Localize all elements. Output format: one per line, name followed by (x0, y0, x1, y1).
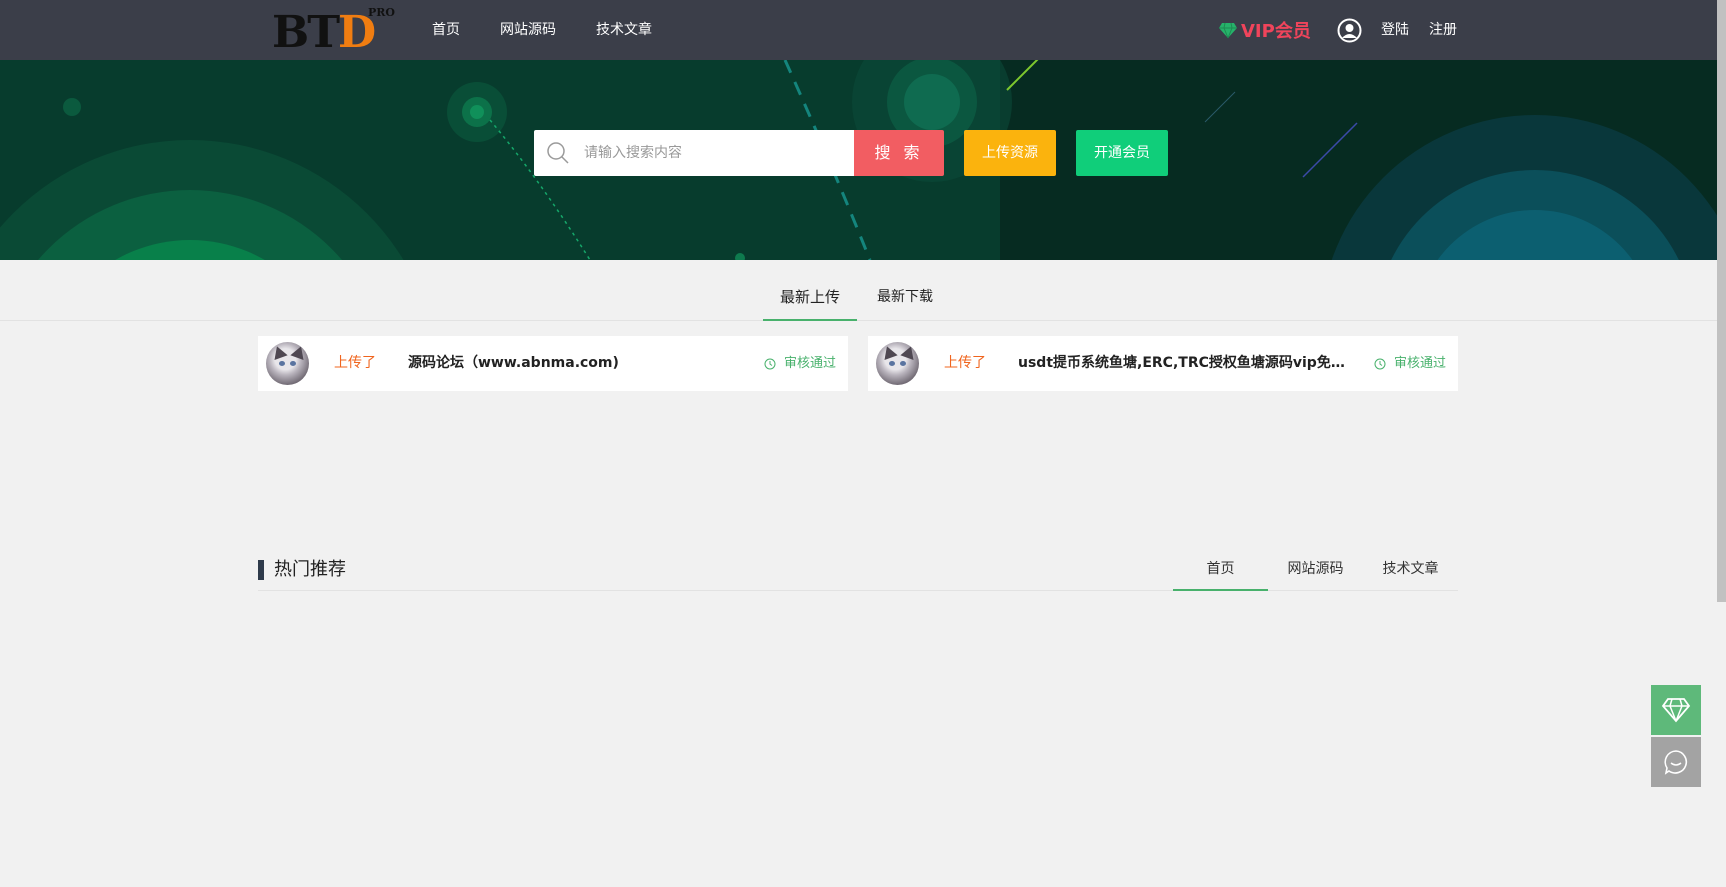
logo-pro: PRO (368, 6, 395, 19)
activity-tabs: 最新上传 最新下载 (0, 260, 1717, 321)
upload-title[interactable]: 源码论坛（www.abnma.com) (408, 336, 738, 391)
section-marker (258, 560, 264, 580)
review-status-text: 审核通过 (1393, 356, 1446, 371)
upload-item[interactable]: 上传了 源码论坛（www.abnma.com) 审核通过 (258, 336, 848, 391)
search-box (534, 130, 854, 176)
clock-icon (764, 358, 776, 369)
main-nav: 首页 网站源码 技术文章 (432, 0, 692, 60)
login-link[interactable]: 登陆 (1381, 0, 1409, 60)
logo-text: BTD (272, 7, 376, 58)
clock-icon (1374, 358, 1386, 369)
search-banner: 搜 索 上传资源 开通会员 (0, 60, 1717, 260)
float-chat-button[interactable] (1651, 737, 1701, 787)
hot-recommend-header: 热门推荐 首页 网站源码 技术文章 (258, 556, 1458, 591)
magnifier-icon (547, 142, 569, 164)
diamond-icon (1661, 698, 1691, 723)
avatar (266, 342, 309, 385)
upload-item[interactable]: 上传了 usdt提币系统鱼塘,ERC,TRC授权鱼塘源码vip免费(... 审核… (868, 336, 1458, 391)
nav-articles[interactable]: 技术文章 (596, 0, 652, 60)
tab-latest-download[interactable]: 最新下载 (868, 286, 942, 321)
search-input[interactable] (584, 130, 844, 176)
user-circle-icon[interactable] (1337, 18, 1362, 43)
hot-tab-source-code[interactable]: 网站源码 (1268, 556, 1363, 591)
hot-tab-articles[interactable]: 技术文章 (1363, 556, 1458, 591)
avatar (876, 342, 919, 385)
vip-link[interactable]: VIP会员 (1218, 16, 1311, 44)
uploaded-label: 上传了 (334, 355, 376, 371)
vip-label: VIP会员 (1241, 21, 1311, 42)
chat-icon (1664, 750, 1688, 775)
scrollbar-thumb[interactable] (1717, 0, 1726, 602)
float-vip-button[interactable] (1651, 685, 1701, 735)
nav-source-code[interactable]: 网站源码 (500, 0, 556, 60)
site-logo[interactable]: BTD PRO (272, 6, 395, 58)
logo-bt: BT (272, 7, 340, 58)
upload-resource-button[interactable]: 上传资源 (964, 130, 1056, 176)
top-header: BTD PRO 首页 网站源码 技术文章 VIP会员 登陆 注册 (0, 0, 1717, 60)
page-scrollbar[interactable] (1717, 0, 1726, 887)
register-link[interactable]: 注册 (1429, 0, 1457, 60)
review-status: 审核通过 (764, 336, 836, 391)
open-vip-button[interactable]: 开通会员 (1076, 130, 1168, 176)
review-status: 审核通过 (1374, 336, 1446, 391)
search-button[interactable]: 搜 索 (854, 130, 944, 176)
review-status-text: 审核通过 (783, 356, 836, 371)
hot-tab-home[interactable]: 首页 (1173, 556, 1268, 591)
nav-home[interactable]: 首页 (432, 0, 460, 60)
hot-recommend-title: 热门推荐 (274, 559, 346, 580)
diamond-icon (1219, 22, 1237, 38)
upload-title[interactable]: usdt提币系统鱼塘,ERC,TRC授权鱼塘源码vip免费(... (1018, 336, 1353, 391)
tab-latest-upload[interactable]: 最新上传 (763, 286, 857, 321)
uploaded-label: 上传了 (944, 355, 986, 371)
